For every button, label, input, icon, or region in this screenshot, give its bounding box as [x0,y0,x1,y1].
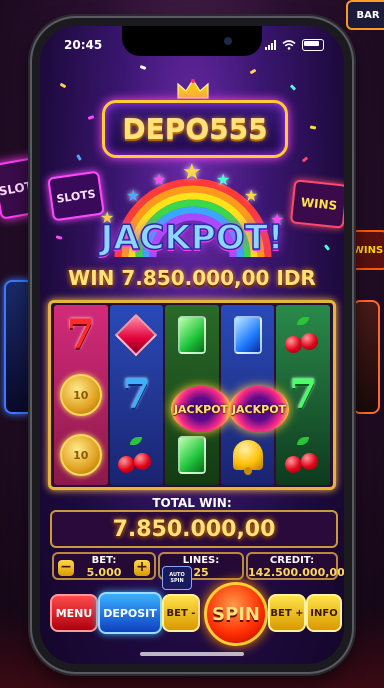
total-win-value: 7.850.000,00 [112,516,276,542]
emerald-gem-icon [170,313,214,357]
crown-icon [177,78,209,99]
background-slot-machine-left [4,280,34,414]
reel-2: 7 [109,305,164,485]
reel-5: 7 [276,305,330,485]
status-icons [265,39,324,51]
bell-icon [226,433,270,477]
coin-label: 10 [59,434,102,476]
jackpot-badge-1: JACKPOT [171,386,231,432]
info-button[interactable]: INFO [306,594,342,632]
star-icon: ★ [244,186,259,205]
total-win-display: 7.850.000,00 [50,510,338,548]
spin-button[interactable]: SPIN [204,582,268,646]
cherry-icon [281,313,325,357]
background-wins-text: WINS [352,244,384,256]
status-bar: 20:45 [64,38,324,56]
slots-sign: SLOTS [47,170,105,222]
sapphire-gem-icon [226,313,270,357]
home-indicator[interactable] [140,652,244,656]
star-icon: ★ [216,170,231,189]
cherry-icon [281,433,325,477]
brand-logo: DEPO555 [102,100,288,158]
win-amount-banner: WIN 7.850.000,00 IDR [68,266,316,290]
credit-value: 142.500.000,00 [248,566,344,579]
jackpot-badge-2: JACKPOT [229,386,289,432]
bet-panel: − BET: 5.000 + [52,552,156,580]
seven-icon: 7 [66,311,95,358]
slot-reels: 7 10 10 7 7 JACKPOT JACKPOT [48,300,336,490]
bet-plus-button[interactable]: BET + [268,594,306,632]
status-time: 20:45 [64,38,103,52]
coin-label: 10 [59,374,102,416]
bet-minus-button[interactable]: BET - [162,594,200,632]
total-win-label: TOTAL WIN: [152,496,232,510]
wifi-icon [282,40,296,50]
phone-screen: 20:45 DEPO555 SLOTS WINS ★ ★ ★ ★ ★ ★ ★ J… [40,26,344,664]
background-bar-text: BAR [356,9,380,21]
background-wins-sign: WINS [348,230,384,270]
background-bar-sign: BAR [346,0,384,30]
star-icon: ★ [152,170,167,189]
brand-logo-text: DEPO555 [122,112,268,146]
wins-sign-text: WINS [300,195,338,213]
seven-icon: 7 [122,371,151,418]
coin-icon: 10 [59,433,103,477]
credit-panel: CREDIT: 142.500.000,00 [246,552,344,580]
emerald-gem-icon [170,433,214,477]
auto-spin-button[interactable]: AUTO SPIN [162,566,192,590]
slots-sign-text: SLOTS [55,186,97,206]
coin-icon: 10 [59,373,103,417]
star-icon: ★ [182,160,202,185]
ruby-gem-icon [114,313,158,357]
phone-frame: 20:45 DEPO555 SLOTS WINS ★ ★ ★ ★ ★ ★ ★ J… [32,18,352,672]
bet-increase-button[interactable]: + [134,560,150,576]
background-slot-machine-right [352,300,380,414]
credit-label: CREDIT: [269,555,315,566]
menu-button[interactable]: MENU [50,594,98,632]
reel-1: 7 10 10 [54,305,108,485]
lines-label: LINES: [182,555,220,566]
bet-decrease-button[interactable]: − [58,560,74,576]
signal-icon [265,40,276,50]
deposit-button[interactable]: DEPOSIT [98,592,162,634]
star-icon: ★ [126,186,141,205]
battery-icon [302,39,324,51]
cherry-icon [114,433,158,477]
jackpot-title: JACKPOT! [100,217,284,259]
